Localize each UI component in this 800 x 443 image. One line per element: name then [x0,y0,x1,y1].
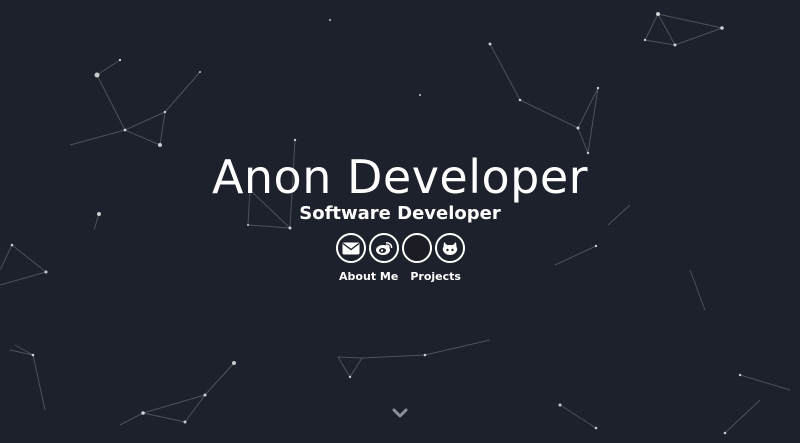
github-button[interactable] [434,233,465,263]
landing-page: Anon Developer Software Developer About … [0,0,800,443]
page-title: Anon Developer [211,150,589,204]
about-me-link[interactable]: About Me [339,270,398,283]
github-icon [442,241,457,255]
blank-social-button[interactable] [401,233,432,263]
weibo-icon [375,242,392,255]
weibo-button[interactable] [368,233,399,263]
email-button[interactable] [335,233,366,263]
projects-link[interactable]: Projects [410,270,461,283]
hero-section: Anon Developer Software Developer About … [0,148,800,283]
chevron-down-icon[interactable] [392,408,408,420]
subtitle: Software Developer [299,203,501,224]
envelope-icon [342,242,359,254]
nav-links: About Me Projects [0,270,800,283]
social-links [0,233,800,263]
circle-icon [408,240,425,256]
